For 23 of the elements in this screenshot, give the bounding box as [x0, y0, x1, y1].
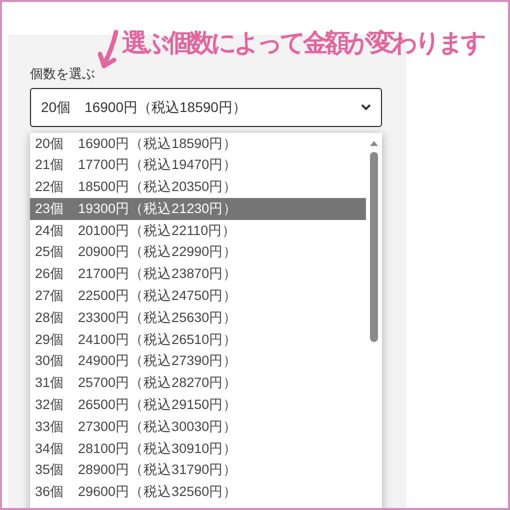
- dropdown-option[interactable]: 20個 16900円（税込18590円）: [30, 132, 366, 154]
- dropdown-option[interactable]: 22個 18500円（税込20350円）: [30, 176, 366, 198]
- dropdown-option[interactable]: 25個 20900円（税込22990円）: [30, 241, 366, 264]
- dropdown-option[interactable]: 26個 21700円（税込23870円）: [30, 263, 366, 286]
- dropdown-option[interactable]: 33個 27300円（税込30030円）: [30, 416, 366, 438]
- dropdown-option[interactable]: 34個 28100円（税込30910円）: [30, 438, 366, 460]
- dropdown-option[interactable]: 30個 24900円（税込27390円）: [30, 350, 366, 372]
- chevron-icon: [361, 103, 371, 111]
- dropdown-option[interactable]: 21個 17700円（税込19470円）: [30, 154, 366, 176]
- dropdown-option[interactable]: 35個 28900円（税込31790円）: [30, 459, 366, 482]
- annotation-text: 選ぶ個数によって金額が変わります: [122, 28, 484, 58]
- dropdown-option[interactable]: 23個 19300円（税込21230円）: [30, 198, 366, 220]
- field-label: 個数を選ぶ: [30, 65, 95, 83]
- arrow-icon: [98, 30, 120, 70]
- dropdown-option[interactable]: 28個 23300円（税込25630円）: [30, 306, 366, 329]
- scroll-up-icon: [370, 140, 378, 146]
- dropdown-option[interactable]: 29個 24100円（税込26510円）: [30, 328, 366, 350]
- dropdown-option[interactable]: 36個 29600円（税込32560円）: [30, 481, 366, 504]
- dropdown-option[interactable]: 31個 25700円（税込28270円）: [30, 372, 366, 394]
- quantity-select[interactable]: 20個 16900円（税込18590円）: [30, 88, 382, 126]
- dropdown-option[interactable]: 24個 20100円（税込22110円）: [30, 220, 366, 242]
- dropdown-option[interactable]: 32個 26500円（税込29150円）: [30, 394, 366, 416]
- dropdown-option[interactable]: 27個 22500円（税込24750円）: [30, 285, 366, 307]
